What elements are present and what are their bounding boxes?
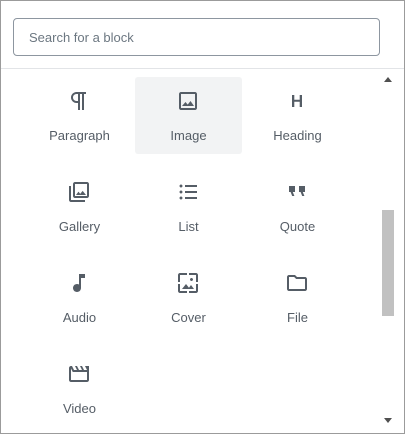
block-list-scroll-area[interactable]: Paragraph Image Heading Gallery List Quo…	[1, 69, 404, 433]
block-item-cover[interactable]: Cover	[135, 259, 242, 336]
quote-icon	[285, 180, 309, 204]
cover-icon	[176, 271, 200, 295]
block-item-quote[interactable]: Quote	[244, 168, 351, 245]
block-label: Paragraph	[49, 128, 110, 143]
block-label: Heading	[273, 128, 322, 143]
paragraph-icon	[67, 89, 91, 113]
gallery-icon	[67, 180, 91, 204]
image-icon	[176, 89, 200, 113]
block-label: Quote	[279, 219, 316, 234]
block-label: Image	[170, 128, 207, 143]
file-icon	[285, 271, 309, 295]
scrollbar[interactable]	[381, 69, 395, 433]
block-item-heading[interactable]: Heading	[244, 77, 351, 154]
list-icon	[176, 180, 200, 204]
block-item-list[interactable]: List	[135, 168, 242, 245]
scroll-up-arrow-icon[interactable]	[384, 77, 392, 82]
block-search-input[interactable]	[13, 18, 380, 56]
block-label: List	[178, 219, 199, 234]
audio-icon	[67, 271, 91, 295]
block-label: File	[287, 310, 308, 325]
block-item-file[interactable]: File	[244, 259, 351, 336]
video-icon	[67, 362, 91, 386]
scroll-down-arrow-icon[interactable]	[384, 418, 392, 423]
block-label: Audio	[62, 310, 97, 325]
scrollbar-thumb[interactable]	[382, 210, 394, 316]
block-inserter-panel: Paragraph Image Heading Gallery	[0, 0, 405, 434]
block-item-image[interactable]: Image	[135, 77, 242, 154]
block-item-paragraph[interactable]: Paragraph	[26, 77, 133, 154]
heading-icon	[285, 89, 309, 113]
block-item-audio[interactable]: Audio	[26, 259, 133, 336]
block-item-gallery[interactable]: Gallery	[26, 168, 133, 245]
block-label: Video	[62, 401, 96, 416]
block-label: Gallery	[58, 219, 101, 234]
search-wrapper	[13, 18, 380, 56]
block-item-video[interactable]: Video	[26, 350, 133, 427]
block-label: Cover	[171, 310, 206, 325]
